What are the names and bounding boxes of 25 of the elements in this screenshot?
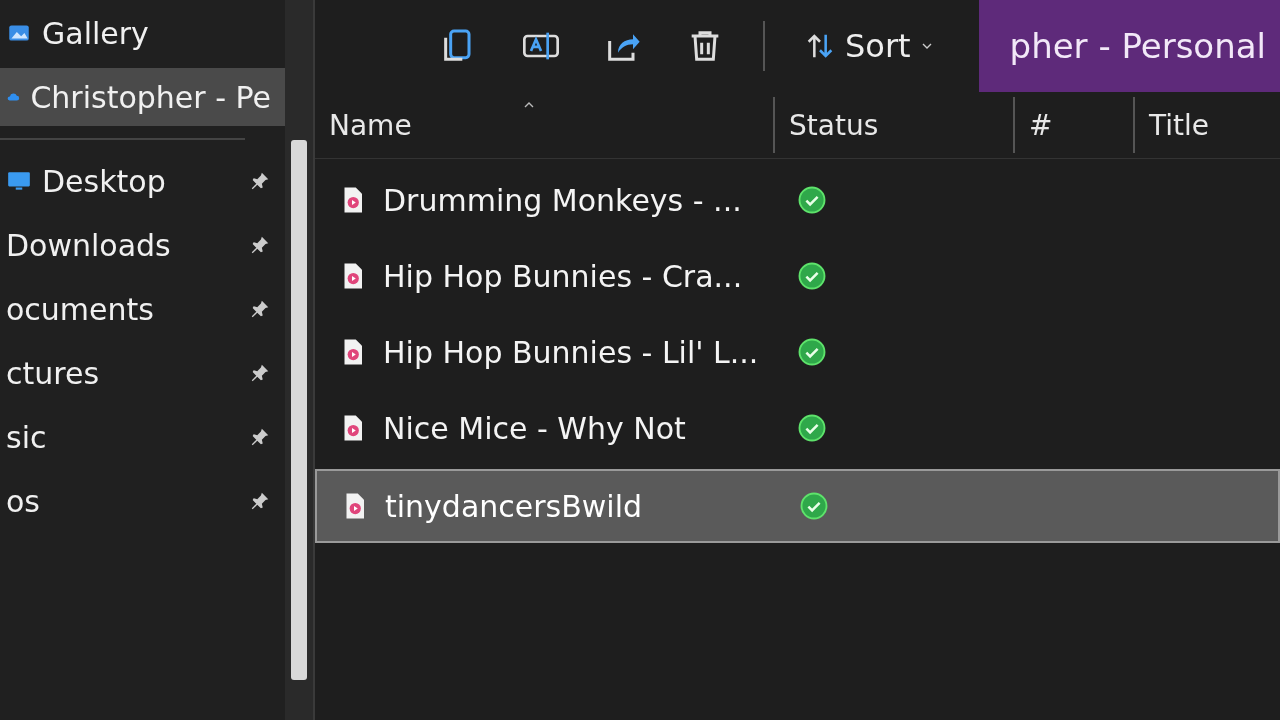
sidebar-item[interactable]: Downloads — [0, 216, 285, 274]
file-name: tinydancersBwild — [385, 488, 643, 524]
file-row[interactable]: Drumming Monkeys - ... — [315, 165, 1280, 235]
column-header[interactable]: # — [1015, 97, 1135, 153]
sidebar-item[interactable]: Desktop — [0, 152, 285, 210]
sidebar-item[interactable]: sic — [0, 408, 285, 466]
sidebar-item[interactable]: ctures — [0, 344, 285, 402]
sidebar-item[interactable]: Gallery — [0, 4, 285, 62]
file-row[interactable]: Nice Mice - Why Not — [315, 393, 1280, 463]
file-name: Hip Hop Bunnies - Cra... — [383, 258, 743, 294]
sidebar-item[interactable]: ocuments — [0, 280, 285, 338]
window-title: pher - Personal — [1009, 26, 1266, 66]
sort-button[interactable]: Sort — [799, 23, 939, 69]
column-header[interactable]: Status — [775, 97, 1015, 153]
file-row[interactable]: tinydancersBwild — [315, 469, 1280, 543]
file-name: Hip Hop Bunnies - Lil' L... — [383, 334, 759, 370]
column-header[interactable]: Title — [1135, 97, 1280, 153]
file-name: Nice Mice - Why Not — [383, 410, 686, 446]
file-row[interactable]: Hip Hop Bunnies - Cra... — [315, 241, 1280, 311]
sidebar-item[interactable]: os — [0, 472, 285, 530]
sidebar-item[interactable]: Christopher - Pe — [0, 68, 285, 126]
scrollbar-thumb[interactable] — [291, 140, 307, 680]
file-row[interactable]: Hip Hop Bunnies - Lil' L... — [315, 317, 1280, 387]
column-header[interactable]: Name — [315, 97, 775, 153]
file-name: Drumming Monkeys - ... — [383, 182, 742, 218]
